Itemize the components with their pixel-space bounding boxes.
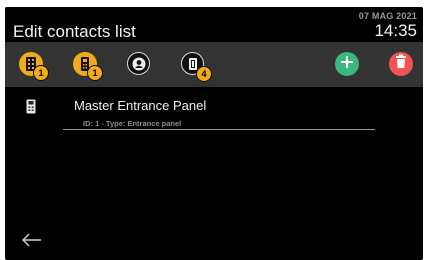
back-button[interactable] (21, 233, 44, 251)
device-screen: Edit contacts list 07 MAG 2021 14:35 1 1… (5, 7, 423, 260)
page-title: Edit contacts list (13, 22, 136, 41)
row-divider (63, 129, 375, 130)
plus-icon (340, 55, 354, 74)
contact-name: Master Entrance Panel (74, 98, 207, 113)
date-display: 07 MAG 2021 (358, 11, 417, 21)
time-display: 14:35 (374, 21, 417, 40)
user-contact-icon (132, 57, 146, 71)
filter-doors-button[interactable]: 4 (181, 52, 212, 82)
toolbar: 1 1 4 (5, 42, 423, 87)
entrance-panel-icon (26, 99, 36, 119)
list-item[interactable]: Master Entrance Panel ID: 1 - Type: Entr… (5, 87, 423, 131)
filter-entrance-panels-button[interactable]: 1 (73, 52, 103, 81)
delete-contact-button[interactable] (389, 52, 413, 76)
count-badge: 1 (87, 65, 103, 81)
filter-apartments-button[interactable]: 1 (19, 52, 49, 81)
header: Edit contacts list 07 MAG 2021 14:35 (5, 7, 423, 42)
count-badge: 4 (196, 66, 212, 82)
trash-icon (395, 54, 407, 74)
count-badge: 1 (33, 65, 49, 81)
add-contact-button[interactable] (335, 52, 359, 76)
back-arrow-icon (21, 233, 42, 251)
filter-users-button[interactable] (127, 52, 150, 75)
contact-details: ID: 1 - Type: Entrance panel (83, 119, 182, 128)
